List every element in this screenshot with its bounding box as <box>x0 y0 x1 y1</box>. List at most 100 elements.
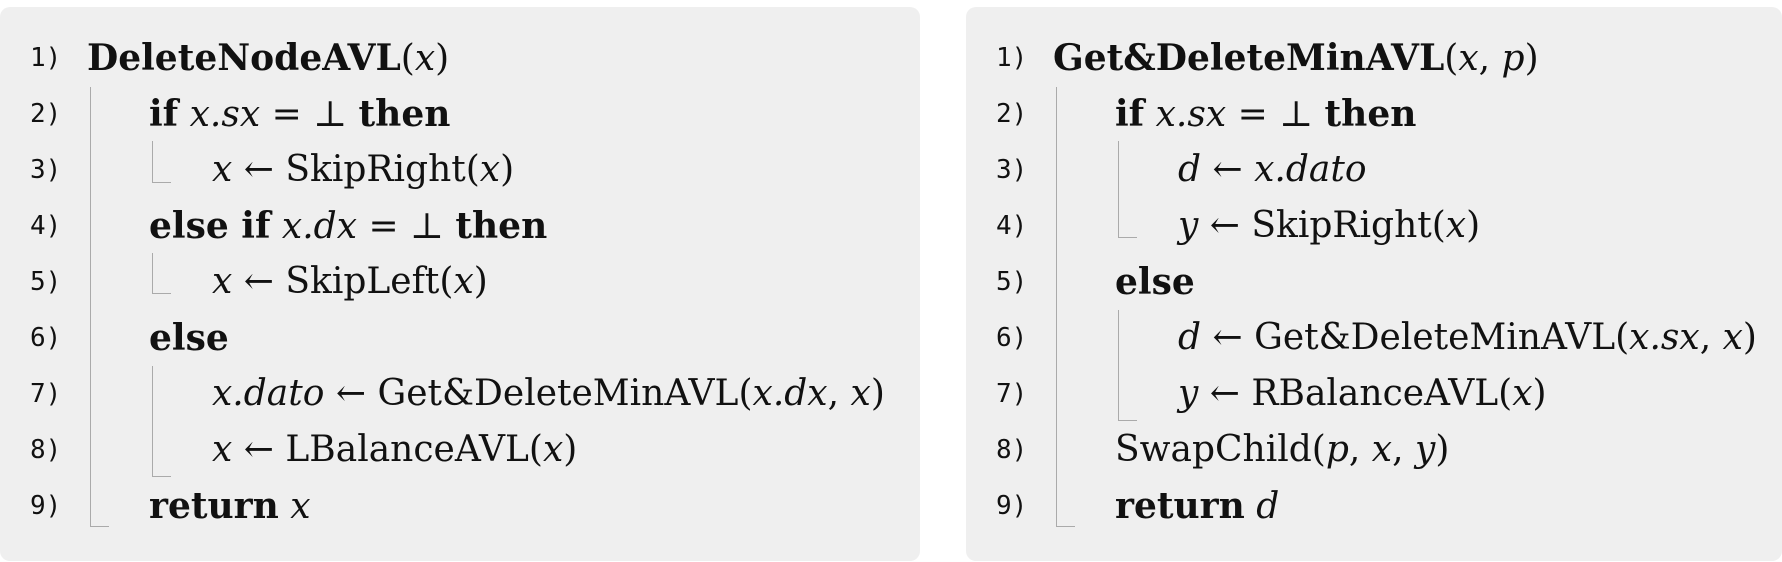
line-number: 8) <box>30 435 62 465</box>
code-token: ) <box>870 373 885 414</box>
code-statement: x ← SkipRight(x) <box>212 142 514 198</box>
indent-guide-else <box>152 366 171 477</box>
variable: x <box>212 149 233 190</box>
keyword: then <box>455 205 548 247</box>
variable: x <box>414 38 436 79</box>
keyword: return <box>149 485 279 527</box>
variable: x <box>1445 205 1467 246</box>
code-token: ( <box>400 38 415 79</box>
line-number: 8) <box>996 435 1028 465</box>
variable: x <box>212 429 233 470</box>
code-token: ← Get&DeleteMinAVL( <box>1201 317 1630 358</box>
variable: p <box>1501 38 1525 79</box>
line-number: 6) <box>996 323 1028 353</box>
indent-guide-else <box>1118 310 1137 421</box>
variable: x <box>453 261 474 302</box>
keyword: then <box>1324 93 1417 135</box>
code-token: ← SkipRight( <box>232 149 480 190</box>
code-token: ← LBalanceAVL( <box>232 429 543 470</box>
function-signature: Get&DeleteMinAVL(x, p) <box>1053 30 1539 87</box>
code-token: , <box>1392 429 1415 470</box>
variable: x <box>1458 38 1479 79</box>
code-statement: else <box>1115 254 1195 311</box>
code-statement: return x <box>149 478 311 535</box>
variable: x <box>1722 317 1743 358</box>
code-token: , <box>827 373 851 414</box>
variable: d <box>1178 317 1202 358</box>
function-name: DeleteNodeAVL <box>87 37 401 79</box>
line-number: 6) <box>30 323 62 353</box>
code-token: ) <box>1524 38 1539 79</box>
line-number: 2) <box>996 99 1028 129</box>
variable: x <box>1371 429 1393 470</box>
line-number: 4) <box>996 211 1028 241</box>
code-statement: x ← LBalanceAVL(x) <box>212 422 577 478</box>
code-token: = ⊥ <box>1226 94 1325 135</box>
keyword: else <box>1115 261 1195 303</box>
code-token: ← <box>1201 149 1255 190</box>
variable: x <box>850 373 871 414</box>
variable: y <box>1178 205 1199 246</box>
code-token: ) <box>473 261 488 302</box>
algorithm-panel-delete-node-avl: 1) DeleteNodeAVL(x) 2) if x.sx = ⊥ then … <box>0 7 920 561</box>
code-token: ← SkipRight( <box>1198 205 1446 246</box>
code-token: ) <box>435 38 450 79</box>
code-statement: if x.sx = ⊥ then <box>149 86 450 143</box>
line-number: 9) <box>996 491 1028 521</box>
keyword: else <box>149 317 229 359</box>
line-number: 3) <box>996 155 1028 185</box>
variable: d <box>1178 149 1202 190</box>
function-name: Get&DeleteMinAVL <box>1053 37 1445 79</box>
code-statement: x.dato ← Get&DeleteMinAVL(x.dx, x) <box>212 366 885 422</box>
line-number: 4) <box>30 211 62 241</box>
code-statement: return d <box>1115 478 1279 535</box>
keyword: else if <box>149 205 271 247</box>
variable: x <box>479 149 501 190</box>
code-token: ) <box>1466 205 1481 246</box>
variable: x <box>212 261 233 302</box>
code-statement: y ← SkipRight(x) <box>1178 198 1480 254</box>
code-statement: if x.sx = ⊥ then <box>1115 86 1416 143</box>
keyword: if <box>149 93 179 135</box>
keyword: if <box>1115 93 1145 135</box>
code-statement: else if x.dx = ⊥ then <box>149 198 547 255</box>
code-statement: d ← Get&DeleteMinAVL(x.sx, x) <box>1178 310 1757 366</box>
keyword: return <box>1115 485 1245 527</box>
line-number: 7) <box>30 379 62 409</box>
variable: d <box>1256 486 1280 527</box>
code-token: ) <box>563 429 578 470</box>
variable: x.dato <box>212 373 325 414</box>
indent-guide-else-if <box>152 253 171 294</box>
code-token: ( <box>1444 38 1459 79</box>
code-token: ← RBalanceAVL( <box>1198 373 1513 414</box>
variable: x <box>542 429 564 470</box>
code-token: ) <box>1532 373 1547 414</box>
variable: x.sx <box>1629 317 1700 358</box>
indent-guide-function <box>1056 87 1075 527</box>
variable: x.sx <box>189 94 261 135</box>
code-token: = ⊥ <box>260 94 359 135</box>
code-token: ← SkipLeft( <box>232 261 454 302</box>
indent-guide-if <box>1118 141 1137 238</box>
code-token: , <box>1348 429 1372 470</box>
code-statement: x ← SkipLeft(x) <box>212 254 488 310</box>
code-statement: SwapChild(p, x, y) <box>1115 422 1449 478</box>
line-number: 7) <box>996 379 1028 409</box>
variable: p <box>1325 429 1349 470</box>
indent-guide-function <box>90 87 109 527</box>
variable: x.dx <box>752 373 828 414</box>
code-statement: d ← x.dato <box>1178 142 1367 198</box>
code-statement: else <box>149 310 229 367</box>
code-statement: y ← RBalanceAVL(x) <box>1178 366 1547 422</box>
indent-guide-if <box>152 141 171 183</box>
code-token: ← Get&DeleteMinAVL( <box>324 373 753 414</box>
variable: y <box>1414 429 1436 470</box>
variable: y <box>1178 373 1199 414</box>
line-number: 5) <box>30 267 62 297</box>
variable: x <box>1512 373 1533 414</box>
